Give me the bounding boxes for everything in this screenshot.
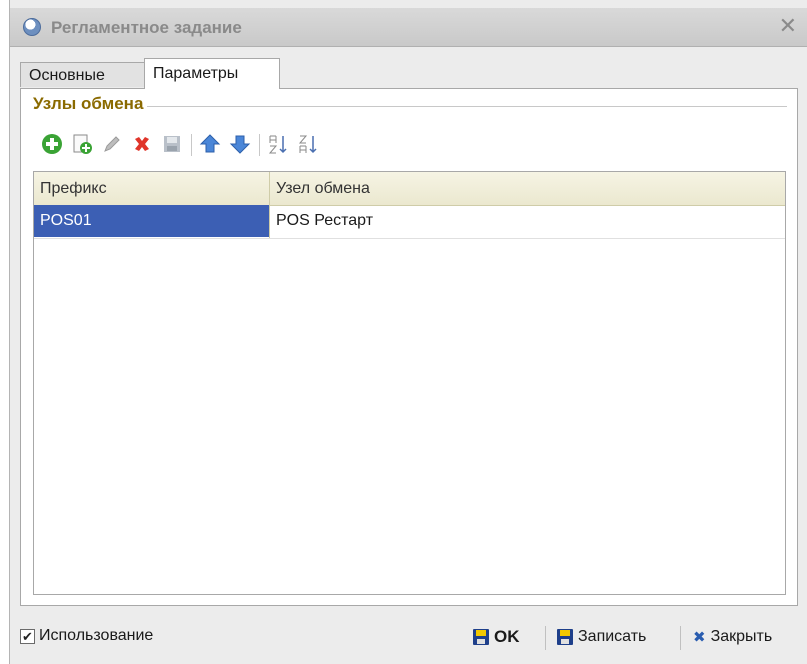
save-record-label: Записать	[578, 628, 647, 645]
tab-main[interactable]: Основные	[20, 62, 145, 87]
edit-icon	[104, 136, 120, 152]
delete-button[interactable]	[129, 131, 155, 157]
ok-button[interactable]: OK	[473, 622, 520, 652]
move-down-icon	[229, 135, 251, 154]
sort-descending-button[interactable]	[295, 131, 321, 157]
close-button[interactable]: ✖ Закрыть	[693, 622, 772, 652]
save-close-icon	[473, 629, 489, 645]
add-icon	[42, 134, 62, 154]
save-icon	[164, 136, 180, 152]
cell-prefix[interactable]: POS01	[34, 205, 269, 237]
column-header-prefix[interactable]: Префикс	[34, 172, 270, 205]
footer-separator	[680, 626, 681, 650]
table-header: Префикс Узел обмена	[34, 172, 785, 206]
usage-checkbox-label[interactable]: Использование	[39, 627, 153, 645]
save-icon	[557, 629, 573, 645]
group-title: Узлы обмена	[33, 94, 148, 114]
exchange-nodes-table[interactable]: Префикс Узел обмена POS01 POS Рестарт	[33, 171, 786, 595]
close-icon: ✖	[693, 629, 706, 646]
table-row[interactable]: POS01 POS Рестарт	[34, 205, 785, 239]
title-bar[interactable]: Регламентное задание ✕	[10, 8, 807, 47]
sort-descending-icon	[298, 135, 317, 154]
dialog-window: Регламентное задание ✕ Основные Параметр…	[9, 0, 807, 664]
add-button[interactable]	[39, 131, 65, 157]
move-down-button[interactable]	[227, 131, 253, 157]
dialog-footer: ✔ Использование OK Записать ✖ Закрыть	[10, 618, 807, 658]
toolbar-separator	[259, 134, 260, 156]
tab-parameters[interactable]: Параметры	[144, 58, 280, 89]
tab-panel: Узлы обмена Префикс Узел обмена POS01 PO…	[20, 88, 798, 606]
save-button[interactable]	[159, 131, 185, 157]
window-title: Регламентное задание	[51, 18, 242, 37]
ok-button-label: OK	[494, 627, 520, 646]
close-icon[interactable]: ✕	[779, 14, 797, 38]
copy-button[interactable]	[69, 131, 95, 157]
sort-ascending-button[interactable]	[265, 131, 291, 157]
cell-exchange-node[interactable]: POS Рестарт	[270, 205, 785, 237]
toolbar-separator	[191, 134, 192, 156]
clock-icon	[23, 18, 41, 36]
move-up-button[interactable]	[197, 131, 223, 157]
copy-icon	[73, 134, 92, 154]
column-header-exchange-node[interactable]: Узел обмена	[270, 172, 785, 205]
move-up-icon	[199, 134, 221, 153]
save-record-button[interactable]: Записать	[557, 622, 646, 652]
footer-separator	[545, 626, 546, 650]
delete-icon	[135, 137, 149, 151]
usage-checkbox[interactable]: ✔	[20, 629, 35, 644]
sort-ascending-icon	[268, 135, 287, 154]
edit-button[interactable]	[99, 131, 125, 157]
close-button-label: Закрыть	[710, 628, 773, 645]
